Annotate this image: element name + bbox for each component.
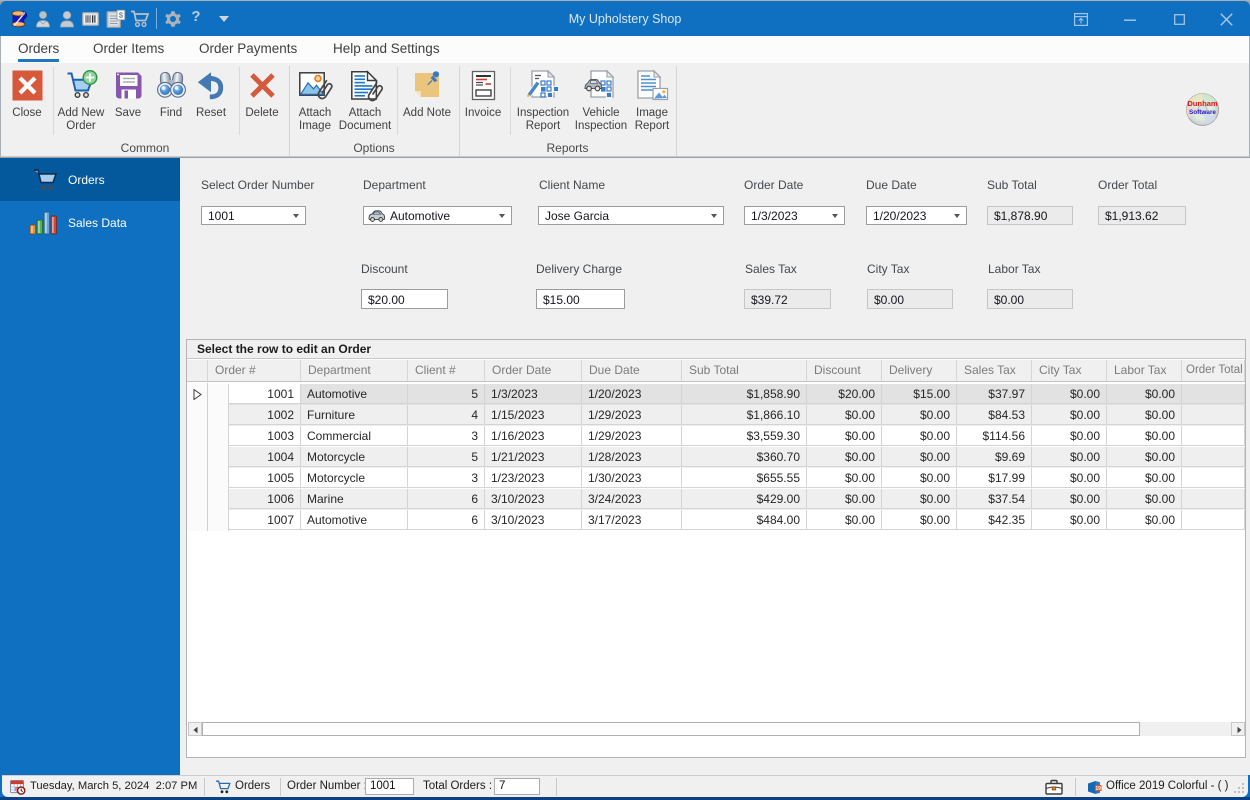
svg-text:Software: Software: [1189, 109, 1216, 116]
svg-text:19: 19: [1095, 786, 1101, 792]
svg-text:Dunham: Dunham: [1187, 99, 1218, 108]
